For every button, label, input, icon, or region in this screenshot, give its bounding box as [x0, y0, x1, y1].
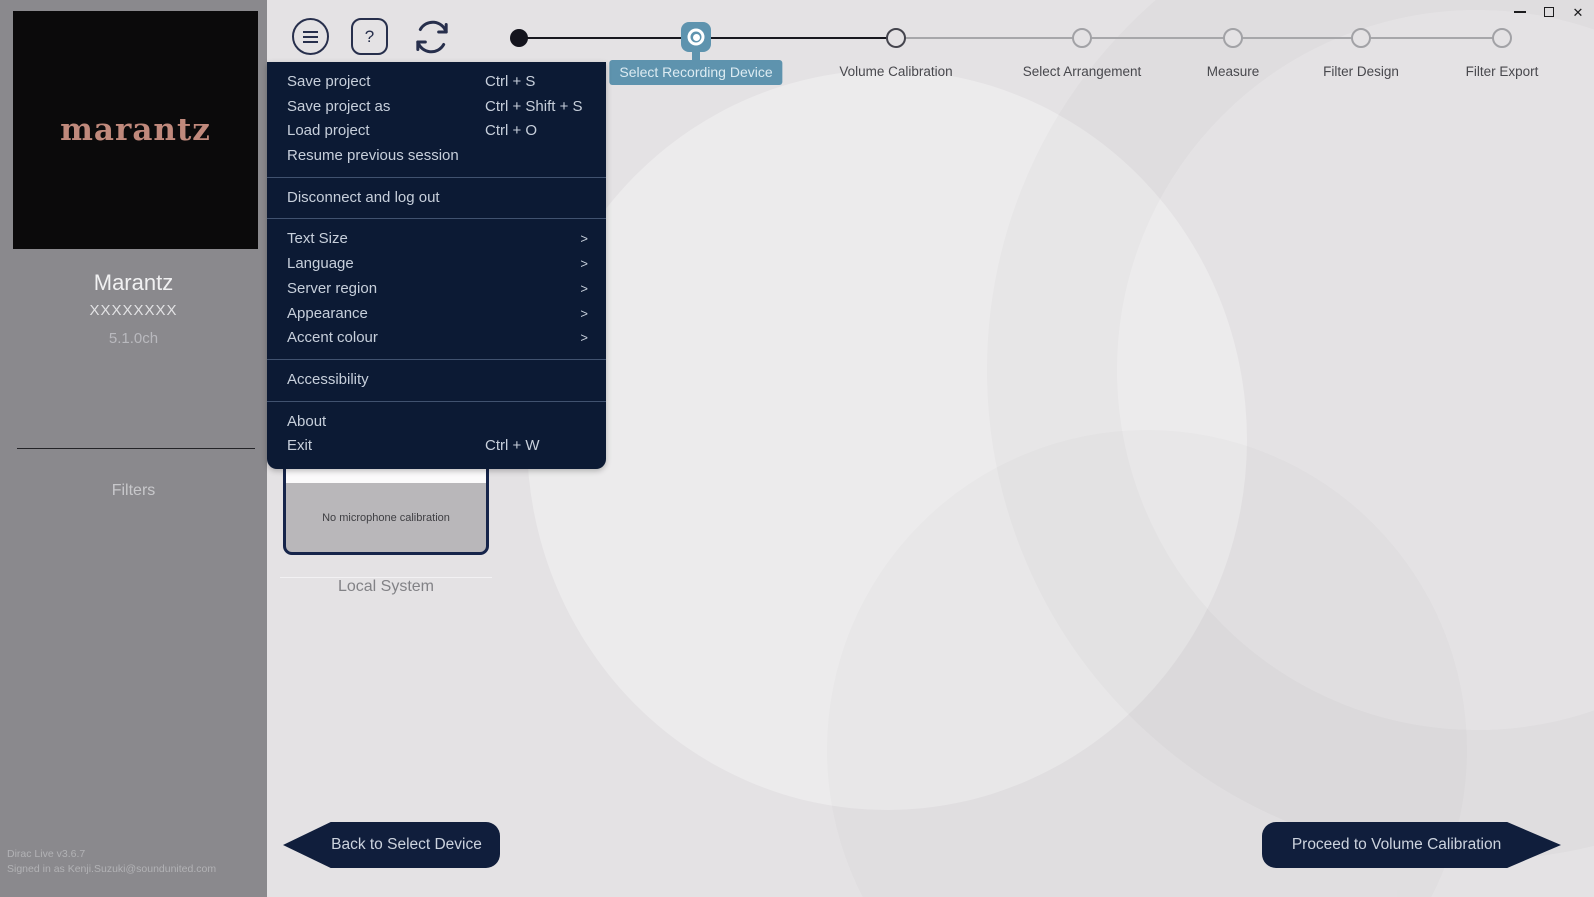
- step-node-volume-calibration[interactable]: [886, 28, 906, 48]
- submenu-arrow-icon: >: [580, 302, 588, 327]
- device-channels: 5.1.0ch: [0, 330, 267, 347]
- refresh-button[interactable]: [409, 14, 455, 59]
- submenu-arrow-icon: >: [580, 252, 588, 277]
- submenu-arrow-icon: >: [580, 227, 588, 252]
- step-node-select-arrangement[interactable]: [1072, 28, 1092, 48]
- sidebar: marantz Marantz XXXXXXXX 5.1.0ch Filters…: [0, 0, 267, 897]
- calibration-status: No microphone calibration: [286, 483, 486, 552]
- menu-item-accessibility[interactable]: Accessibility: [267, 368, 606, 393]
- menu-item-disconnect-and-log-out[interactable]: Disconnect and log out: [267, 186, 606, 211]
- menu-divider: [267, 401, 606, 402]
- menu-item-resume-previous-session[interactable]: Resume previous session: [267, 144, 606, 169]
- sync-icon: [411, 17, 453, 57]
- close-icon: ✕: [1573, 6, 1584, 19]
- step-label-filter-design[interactable]: Filter Design: [1323, 64, 1399, 79]
- shortcut-label: Ctrl + Shift + S: [485, 95, 583, 120]
- system-label: Local System: [283, 578, 489, 596]
- app-menu-dropdown: Save project Ctrl + S Save project as Ct…: [267, 62, 606, 469]
- step-label-select-arrangement[interactable]: Select Arrangement: [1023, 64, 1142, 79]
- menu-item-about[interactable]: About: [267, 410, 606, 435]
- menu-item-server-region[interactable]: Server region >: [267, 277, 606, 302]
- menu-item-language[interactable]: Language >: [267, 252, 606, 277]
- menu-item-text-size[interactable]: Text Size >: [267, 227, 606, 252]
- shortcut-label: Ctrl + S: [485, 70, 535, 95]
- menu-divider: [267, 218, 606, 219]
- current-step-dot-icon: [693, 34, 700, 41]
- window-controls: ✕: [1512, 4, 1586, 20]
- question-mark-icon: ?: [365, 27, 374, 47]
- menu-divider: [267, 177, 606, 178]
- proceed-to-volume-calibration-button[interactable]: Proceed to Volume Calibration: [1262, 822, 1561, 868]
- step-node-filter-export[interactable]: [1492, 28, 1512, 48]
- signed-in-status: Signed in as Kenji.Suzuki@soundunited.co…: [7, 863, 216, 875]
- step-node-select-recording-device[interactable]: [681, 22, 711, 52]
- step-node-filter-design[interactable]: [1351, 28, 1371, 48]
- menu-item-save-project[interactable]: Save project Ctrl + S: [267, 70, 606, 95]
- menu-item-load-project[interactable]: Load project Ctrl + O: [267, 119, 606, 144]
- marantz-logo-text: marantz: [60, 112, 211, 148]
- maximize-button[interactable]: [1541, 4, 1557, 20]
- submenu-arrow-icon: >: [580, 326, 588, 351]
- shortcut-label: Ctrl + W: [485, 434, 540, 459]
- device-model: XXXXXXXX: [0, 302, 267, 319]
- submenu-arrow-icon: >: [580, 277, 588, 302]
- device-name: Marantz: [0, 270, 267, 296]
- close-button[interactable]: ✕: [1570, 4, 1586, 20]
- app-version: Dirac Live v3.6.7: [7, 848, 85, 860]
- menu-item-save-project-as[interactable]: Save project as Ctrl + Shift + S: [267, 95, 606, 120]
- hamburger-menu-button[interactable]: [292, 18, 329, 55]
- current-step-badge[interactable]: Select Recording Device: [609, 60, 782, 85]
- stepper-track-upcoming: [896, 37, 1502, 39]
- step-label-volume-calibration[interactable]: Volume Calibration: [839, 64, 952, 79]
- current-step-ring-icon: [688, 29, 705, 46]
- menu-divider: [267, 359, 606, 360]
- maximize-icon: [1544, 7, 1554, 17]
- minimize-button[interactable]: [1512, 4, 1528, 20]
- sidebar-divider: [17, 448, 255, 449]
- shortcut-label: Ctrl + O: [485, 119, 537, 144]
- menu-item-appearance[interactable]: Appearance >: [267, 302, 606, 327]
- menu-item-exit[interactable]: Exit Ctrl + W: [267, 434, 606, 459]
- help-button[interactable]: ?: [351, 18, 388, 55]
- hamburger-icon: [303, 31, 318, 33]
- step-node-measure[interactable]: [1223, 28, 1243, 48]
- step-node-start[interactable]: [510, 29, 528, 47]
- progress-stepper: Select Recording Device Volume Calibrati…: [0, 0, 1594, 100]
- minimize-icon: [1514, 11, 1526, 13]
- step-label-filter-export[interactable]: Filter Export: [1466, 64, 1539, 79]
- filters-label: Filters: [0, 482, 267, 500]
- menu-item-accent-colour[interactable]: Accent colour >: [267, 326, 606, 351]
- step-label-measure[interactable]: Measure: [1207, 64, 1260, 79]
